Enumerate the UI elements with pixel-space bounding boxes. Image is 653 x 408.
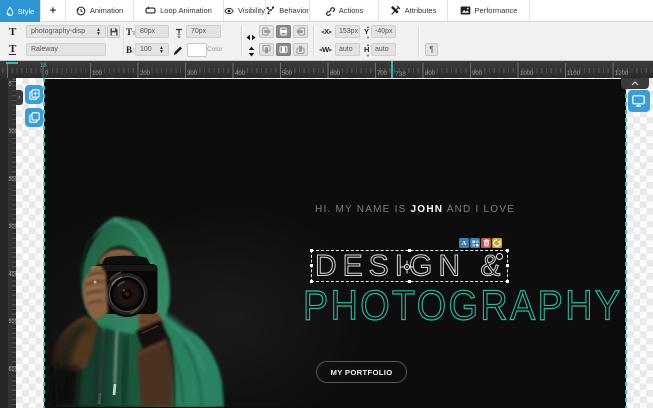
svg-text:PHOTOGRAPHY: PHOTOGRAPHY — [303, 283, 622, 329]
